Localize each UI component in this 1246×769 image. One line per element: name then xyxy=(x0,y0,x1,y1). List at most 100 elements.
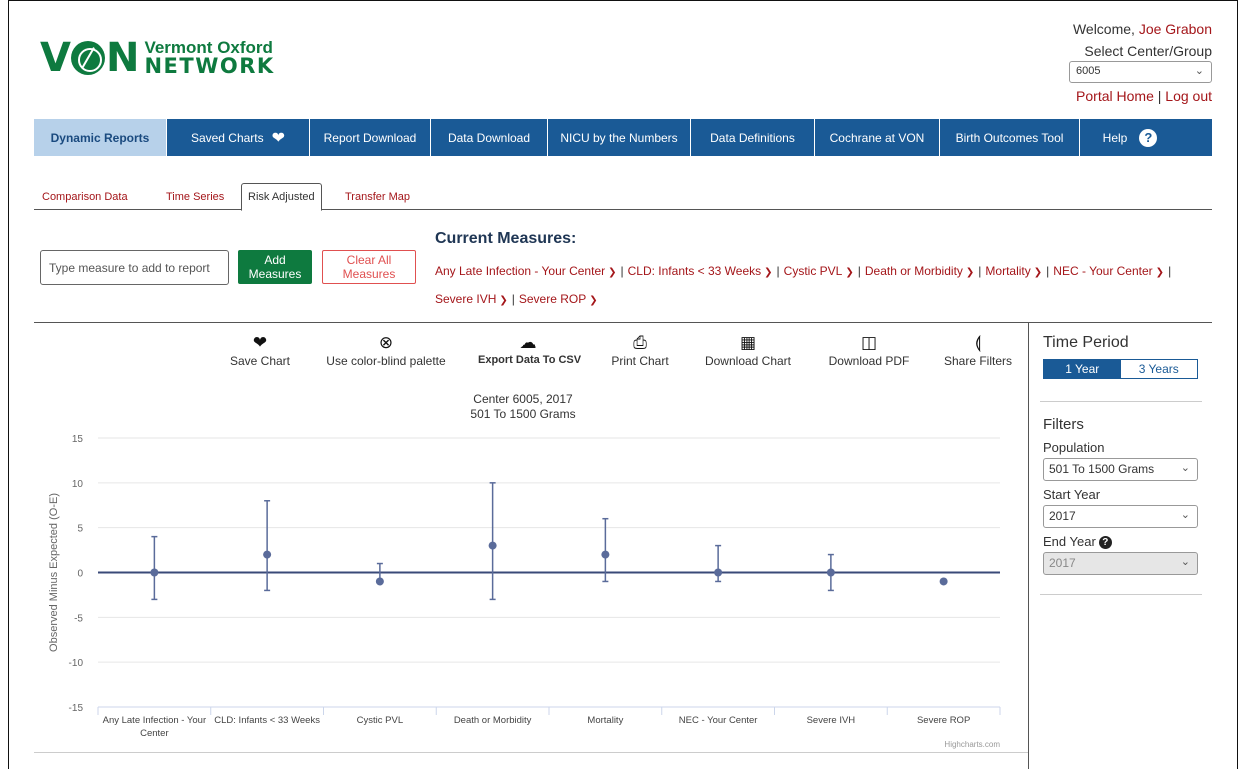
nav-saved-charts[interactable]: Saved Charts ❤ xyxy=(167,119,310,156)
y-tick-label: -10 xyxy=(69,658,84,669)
measure-chip[interactable]: Any Late Infection - Your Center ❯ xyxy=(435,264,617,278)
tab-comparison-data[interactable]: Comparison Data xyxy=(42,183,128,210)
nav-label: Birth Outcomes Tool xyxy=(955,130,1064,145)
toolbar-label: Use color-blind palette xyxy=(326,354,446,368)
highcharts-credit: Highcharts.com xyxy=(944,740,1000,749)
population-label: Population xyxy=(1043,440,1105,455)
y-tick-label: 5 xyxy=(77,524,83,535)
panel-separator xyxy=(1040,401,1202,402)
period-1-year[interactable]: 1 Year xyxy=(1044,360,1121,378)
add-button-line2: Measures xyxy=(248,267,302,281)
export-csv-button[interactable]: ☁ Export Data To CSV xyxy=(478,332,582,366)
measure-chip[interactable]: Cystic PVL ❯ xyxy=(784,264,854,278)
period-3-years[interactable]: 3 Years xyxy=(1121,360,1198,378)
von-logo[interactable]: VN Vermont Oxford NETWORK xyxy=(40,38,275,78)
y-tick-label: -15 xyxy=(69,703,84,714)
portal-home-link[interactable]: Portal Home xyxy=(1076,88,1154,104)
toolbar-label: Export Data To CSV xyxy=(478,354,582,366)
panel-divider xyxy=(1028,322,1029,769)
main-nav: Dynamic Reports Saved Charts ❤ Report Dow… xyxy=(34,119,1212,156)
welcome-block: Welcome, Joe Grabon Select Center/Group xyxy=(1073,18,1212,62)
log-out-link[interactable]: Log out xyxy=(1165,88,1212,104)
nav-data-download[interactable]: Data Download xyxy=(431,119,548,156)
section-divider xyxy=(34,322,1212,323)
measure-chip[interactable]: Death or Morbidity ❯ xyxy=(865,264,974,278)
color-blind-palette-button[interactable]: ⊗ Use color-blind palette xyxy=(321,332,451,368)
population-value: 501 To 1500 Grams xyxy=(1049,462,1155,476)
chart-bottom-divider xyxy=(34,752,1028,753)
chevron-down-icon: ❯ xyxy=(845,267,854,278)
y-tick-label: 10 xyxy=(72,479,84,490)
logo-mark: VN xyxy=(40,35,139,81)
end-year-label: End Year xyxy=(1043,534,1096,549)
add-measures-button[interactable]: Add Measures xyxy=(238,250,312,284)
clear-all-measures-button[interactable]: Clear All Measures xyxy=(322,250,416,284)
user-name-link[interactable]: Joe Grabon xyxy=(1139,21,1212,37)
print-chart-button[interactable]: ⎙ Print Chart xyxy=(606,332,674,368)
start-year-select[interactable]: 2017 ⌄ xyxy=(1043,505,1198,528)
measure-chip[interactable]: CLD: Infants < 33 Weeks ❯ xyxy=(628,264,773,278)
pdf-icon: ◫ xyxy=(860,333,878,352)
cloud-download-icon: ☁ xyxy=(519,333,537,352)
chevron-down-icon: ⌄ xyxy=(1180,556,1190,568)
time-period-title: Time Period xyxy=(1043,334,1129,351)
measure-chip[interactable]: NEC - Your Center ❯ xyxy=(1053,264,1164,278)
nav-help[interactable]: Help? xyxy=(1080,119,1180,156)
x-tick-label: Death or Morbidity xyxy=(454,715,532,726)
end-year-label-row: End Year? xyxy=(1043,534,1112,549)
chart-title: Center 6005, 2017 xyxy=(473,392,573,406)
data-point xyxy=(263,550,272,559)
nav-cochrane-at-von[interactable]: Cochrane at VON xyxy=(815,119,940,156)
tab-risk-adjusted[interactable]: Risk Adjusted xyxy=(241,183,322,211)
download-pdf-button[interactable]: ◫ Download PDF xyxy=(825,332,913,368)
nav-nicu-by-the-numbers[interactable]: NICU by the Numbers xyxy=(548,119,691,156)
measure-chip[interactable]: Severe ROP ❯ xyxy=(519,292,598,306)
measure-chip[interactable]: Severe IVH ❯ xyxy=(435,292,508,306)
x-tick-label: NEC - Your Center xyxy=(679,715,758,726)
download-chart-button[interactable]: ▦ Download Chart xyxy=(700,332,796,368)
measure-chip-label: Mortality xyxy=(985,264,1031,278)
heart-icon: ❤ xyxy=(252,333,268,352)
chevron-down-icon: ❯ xyxy=(1155,267,1165,278)
measure-chip-label: Cystic PVL xyxy=(783,264,843,278)
measure-chip-label: Severe IVH xyxy=(435,292,497,306)
share-filters-button[interactable]: ⟬ Share Filters xyxy=(941,332,1015,368)
nav-birth-outcomes-tool[interactable]: Birth Outcomes Tool xyxy=(940,119,1080,156)
printer-icon: ⎙ xyxy=(633,333,647,352)
measure-search-input[interactable]: Type measure to add to report xyxy=(40,250,229,285)
end-year-value: 2017 xyxy=(1049,556,1076,570)
chevron-down-icon: ⌄ xyxy=(1180,509,1190,521)
toolbar-label: Share Filters xyxy=(943,354,1013,368)
end-year-select: 2017 ⌄ xyxy=(1043,552,1198,575)
chevron-down-icon: ❯ xyxy=(608,267,617,278)
toolbar-label: Save Chart xyxy=(229,354,291,368)
report-tabs: Comparison Data Time Series Risk Adjuste… xyxy=(34,183,1212,211)
x-tick-label: CLD: Infants < 33 Weeks xyxy=(214,715,320,726)
y-tick-label: 15 xyxy=(72,434,84,445)
nav-data-definitions[interactable]: Data Definitions xyxy=(691,119,815,156)
nav-report-download[interactable]: Report Download xyxy=(310,119,431,156)
x-tick-label: Severe ROP xyxy=(917,715,970,726)
chart-subtitle: 501 To 1500 Grams xyxy=(470,407,575,421)
tab-time-series[interactable]: Time Series xyxy=(166,183,224,210)
y-axis-title: Observed Minus Expected (O-E) xyxy=(48,493,60,652)
nav-label: NICU by the Numbers xyxy=(560,130,678,145)
start-year-label: Start Year xyxy=(1043,487,1101,502)
chevron-down-icon: ⌄ xyxy=(1180,462,1190,474)
measure-chip[interactable]: Mortality ❯ xyxy=(985,264,1042,278)
nav-label: Dynamic Reports xyxy=(50,130,150,145)
y-tick-label: 0 xyxy=(77,569,83,580)
chevron-down-icon: ❯ xyxy=(589,295,598,306)
start-year-value: 2017 xyxy=(1049,509,1076,523)
help-icon[interactable]: ? xyxy=(1098,536,1112,549)
data-point xyxy=(826,568,835,577)
center-select[interactable]: 6005 ⌄ xyxy=(1069,61,1212,83)
chevron-down-icon: ❯ xyxy=(764,267,773,278)
tab-transfer-map[interactable]: Transfer Map xyxy=(345,183,410,210)
population-select[interactable]: 501 To 1500 Grams ⌄ xyxy=(1043,458,1198,481)
center-select-value: 6005 xyxy=(1076,65,1101,77)
nav-dynamic-reports[interactable]: Dynamic Reports xyxy=(34,119,167,156)
nav-label: Saved Charts xyxy=(190,130,264,145)
help-icon: ? xyxy=(1139,128,1158,147)
save-chart-button[interactable]: ❤ Save Chart xyxy=(229,332,291,368)
